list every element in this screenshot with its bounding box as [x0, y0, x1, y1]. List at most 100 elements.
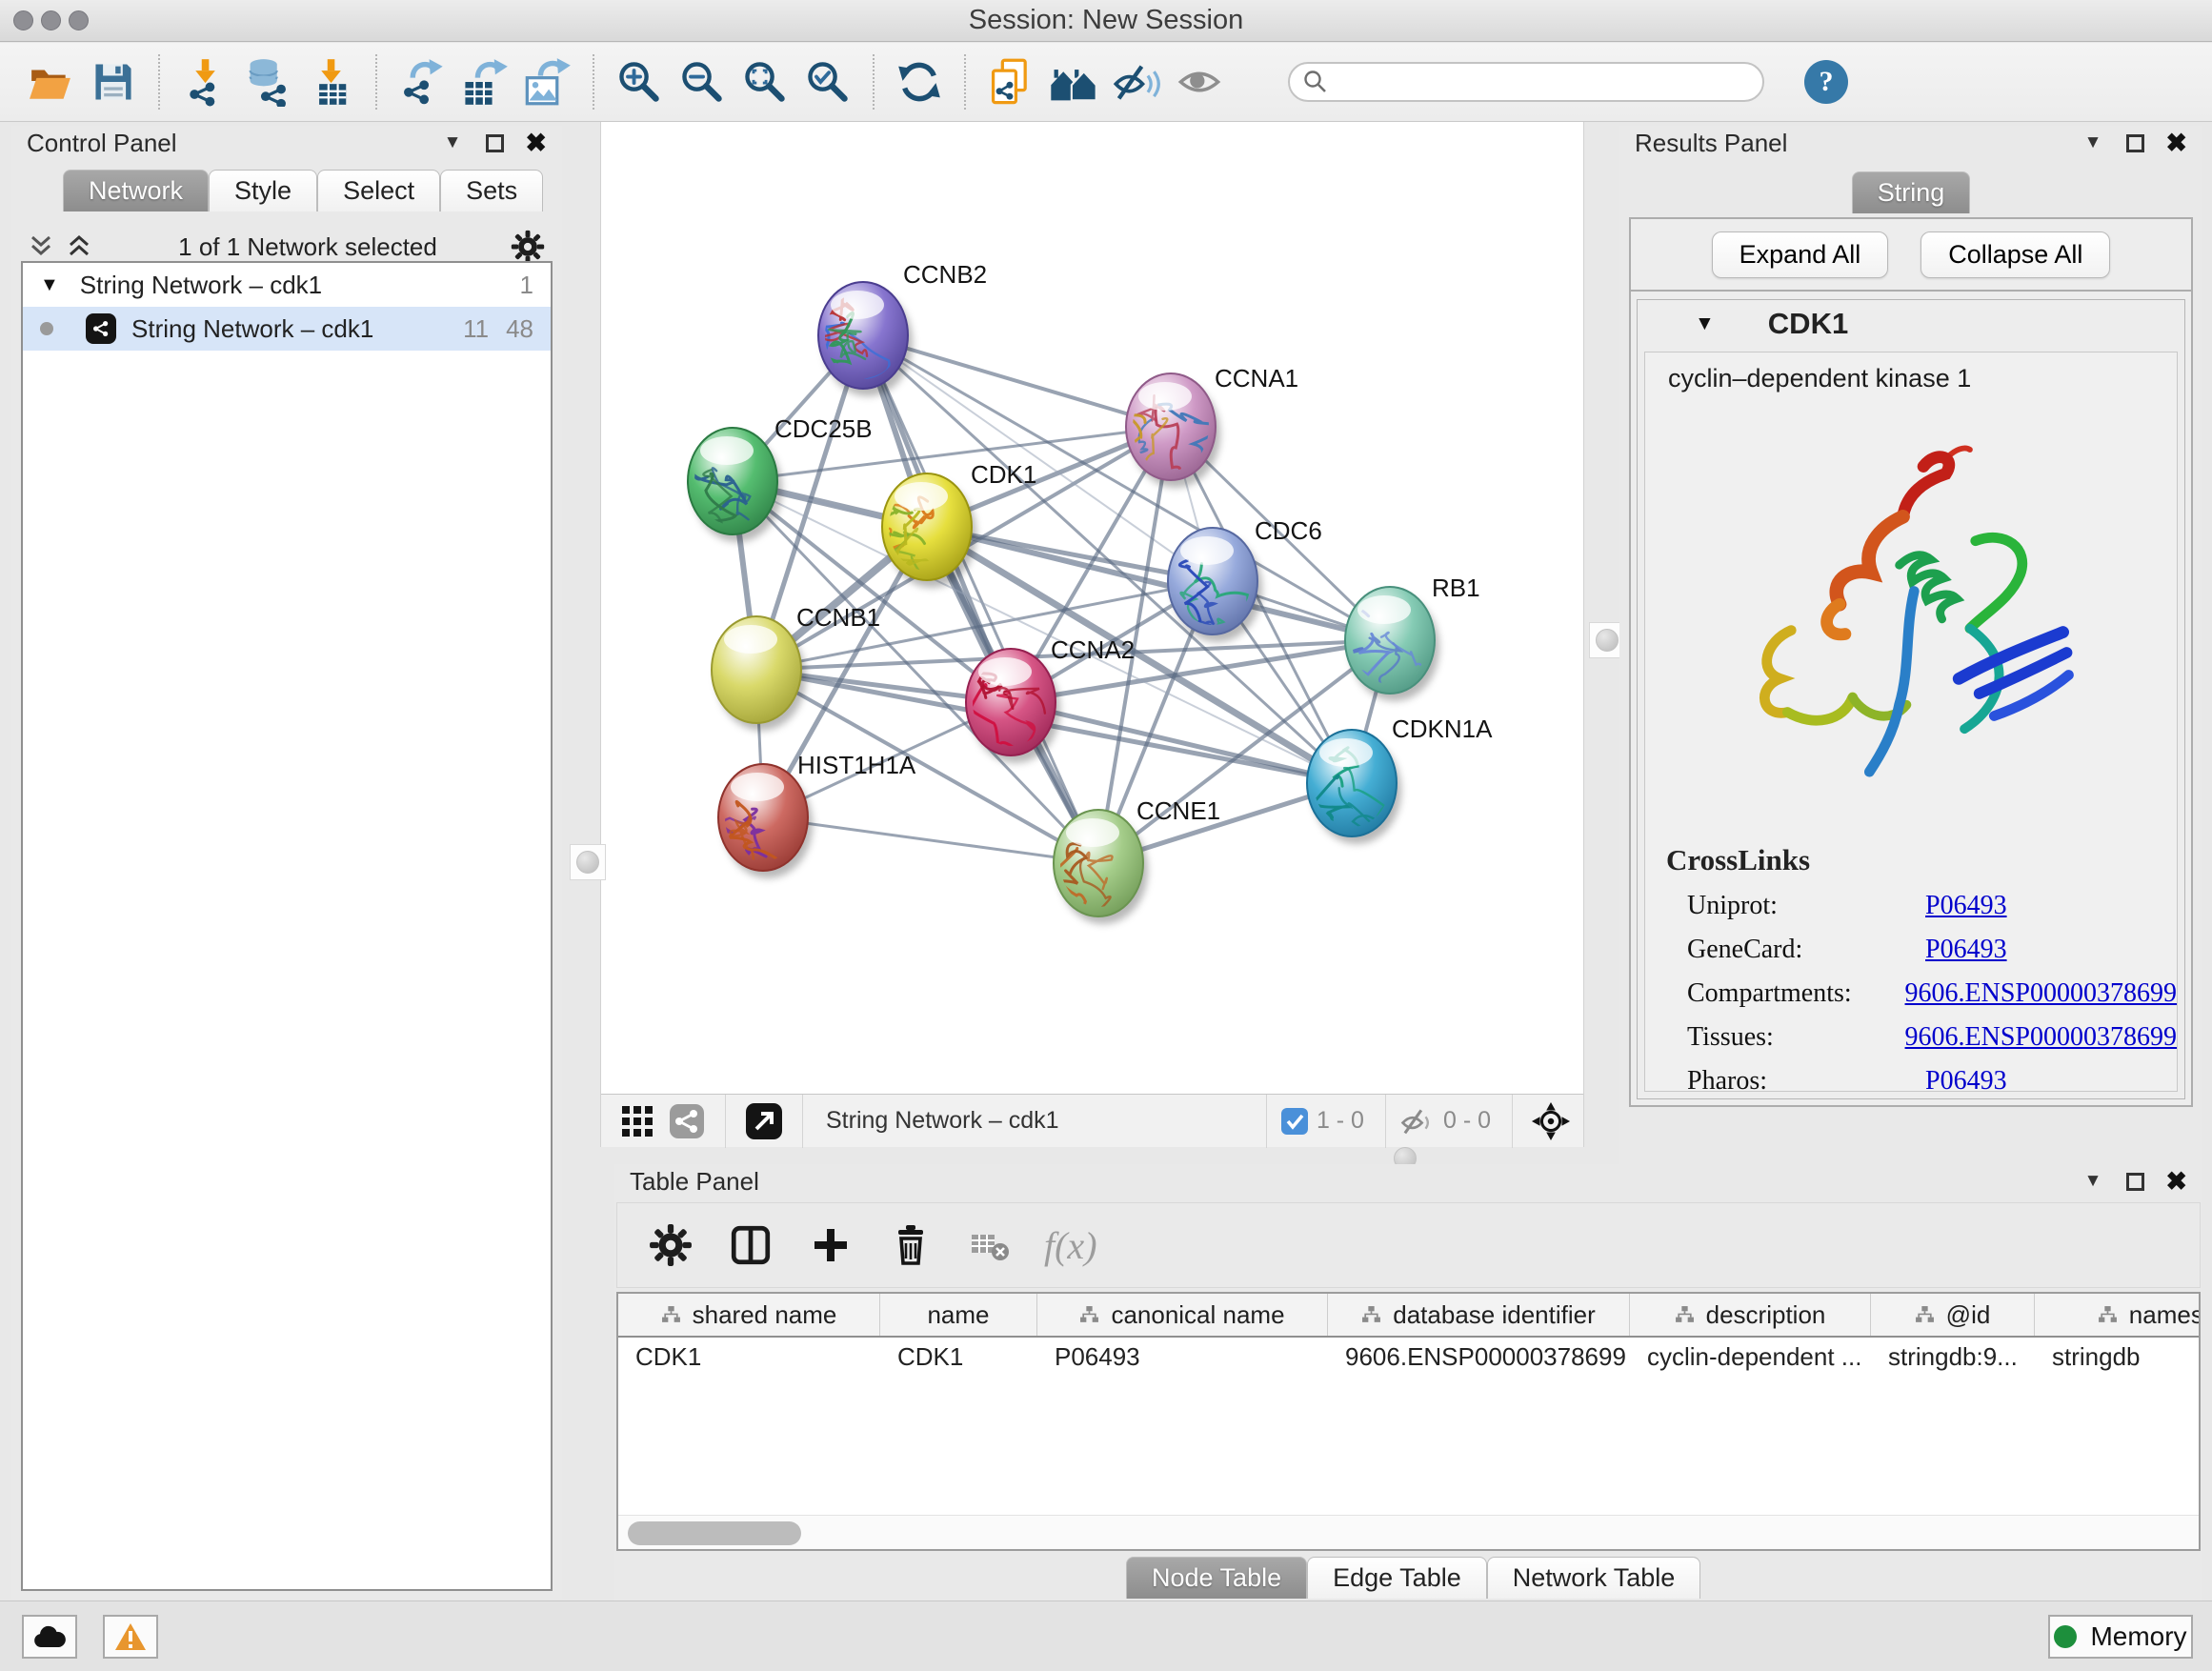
- minimize-window-button[interactable]: [41, 10, 61, 30]
- network-node-HIST1H1A[interactable]: HIST1H1A: [711, 751, 916, 878]
- import-network-file-button[interactable]: [173, 51, 236, 112]
- panel-float-icon[interactable]: [2126, 134, 2144, 152]
- crosslink-link[interactable]: 9606.ENSP00000378699: [1905, 978, 2177, 1009]
- apply-layout-button[interactable]: [888, 51, 951, 112]
- warning-button[interactable]: [103, 1615, 158, 1659]
- crosslink-link[interactable]: 9606.ENSP00000378699: [1905, 1022, 2177, 1053]
- first-neighbors-button[interactable]: [1042, 51, 1105, 112]
- panel-menu-icon[interactable]: ▼: [2084, 1171, 2102, 1192]
- tab-select[interactable]: Select: [317, 170, 440, 211]
- column-header-@id[interactable]: @id: [1871, 1294, 2035, 1336]
- help-button[interactable]: ?: [1804, 60, 1848, 104]
- export-table-button[interactable]: [453, 51, 516, 112]
- zoom-out-button[interactable]: [671, 51, 734, 112]
- cloud-button[interactable]: [22, 1615, 77, 1659]
- scrollbar-thumb[interactable]: [628, 1521, 801, 1545]
- tab-network-table[interactable]: Network Table: [1487, 1557, 1701, 1599]
- hidden-eye-slash-icon[interactable]: [1399, 1105, 1436, 1137]
- table-row[interactable]: CDK1CDK1P064939606.ENSP00000378699cyclin…: [618, 1338, 2201, 1378]
- panel-close-icon[interactable]: ✖: [525, 129, 547, 158]
- column-header-description[interactable]: description: [1630, 1294, 1871, 1336]
- table-cell[interactable]: cyclin-dependent ...: [1630, 1338, 1871, 1378]
- panel-float-icon[interactable]: [486, 134, 504, 152]
- column-header-name[interactable]: name: [880, 1294, 1037, 1336]
- table-cell[interactable]: CDK1: [880, 1338, 1037, 1378]
- expand-all-icon[interactable]: [67, 233, 91, 260]
- horizontal-scrollbar[interactable]: [618, 1515, 2199, 1549]
- tab-string[interactable]: String: [1852, 171, 1971, 213]
- tree-expand-icon[interactable]: ▼: [40, 274, 59, 296]
- column-header-database-identifier[interactable]: database identifier: [1328, 1294, 1630, 1336]
- network-view-canvas[interactable]: CCNB2CCNA1CDC25BCDK1CDC6RB1CCNB1CCNA2CDK…: [600, 122, 1584, 1147]
- toolbar-separator: [873, 54, 875, 110]
- left-splitter-handle[interactable]: [570, 844, 606, 880]
- panel-float-icon[interactable]: [2126, 1173, 2144, 1191]
- collapse-all-button[interactable]: Collapse All: [1920, 232, 2110, 278]
- delete-table-icon[interactable]: [964, 1218, 1017, 1272]
- tab-edge-table[interactable]: Edge Table: [1307, 1557, 1487, 1599]
- close-window-button[interactable]: [13, 10, 33, 30]
- panel-menu-icon[interactable]: ▼: [2084, 132, 2102, 153]
- table-cell[interactable]: CDK1: [618, 1338, 880, 1378]
- network-options-gear-icon[interactable]: [511, 230, 545, 264]
- memory-button[interactable]: Memory: [2048, 1615, 2193, 1659]
- network-graph[interactable]: CCNB2CCNA1CDC25BCDK1CDC6RB1CCNB1CCNA2CDK…: [601, 122, 1583, 1094]
- table-settings-gear-icon[interactable]: [644, 1218, 697, 1272]
- zoom-selected-button[interactable]: [796, 51, 859, 112]
- new-network-from-selection-button[interactable]: [979, 51, 1042, 112]
- crosslinks-title: CrossLinks: [1666, 843, 2177, 877]
- detach-view-icon[interactable]: [739, 1097, 789, 1146]
- save-session-button[interactable]: [82, 51, 145, 112]
- crosslink-link[interactable]: P06493: [1925, 891, 2007, 921]
- hide-selected-button[interactable]: [1105, 51, 1168, 112]
- column-header-canonical-name[interactable]: canonical name: [1037, 1294, 1328, 1336]
- node-table: shared namenamecanonical namedatabase id…: [616, 1292, 2201, 1551]
- crosslink-link[interactable]: P06493: [1925, 935, 2007, 965]
- collapse-all-icon[interactable]: [29, 233, 53, 260]
- search-input[interactable]: [1337, 69, 1749, 95]
- column-header-namespace[interactable]: namespace: [2035, 1294, 2201, 1336]
- show-columns-icon[interactable]: [724, 1218, 777, 1272]
- function-builder-icon[interactable]: f(x): [1044, 1218, 1097, 1272]
- collapse-gene-icon[interactable]: ▼: [1695, 312, 1715, 335]
- column-header-shared-name[interactable]: shared name: [618, 1294, 880, 1336]
- tab-network[interactable]: Network: [63, 170, 209, 211]
- delete-column-trash-icon[interactable]: [884, 1218, 937, 1272]
- zoom-in-button[interactable]: [608, 51, 671, 112]
- show-all-button[interactable]: [1168, 51, 1231, 112]
- gene-section-header[interactable]: ▼ CDK1: [1638, 300, 2184, 348]
- export-network-button[interactable]: [391, 51, 453, 112]
- table-cell[interactable]: stringdb:9...: [1871, 1338, 2035, 1378]
- table-cell[interactable]: stringdb: [2035, 1338, 2201, 1378]
- panel-menu-icon[interactable]: ▼: [444, 132, 462, 153]
- network-node-RB1[interactable]: RB1: [1336, 574, 1480, 734]
- add-column-icon[interactable]: [804, 1218, 857, 1272]
- network-node-CCNA1[interactable]: CCNA1: [1116, 364, 1298, 500]
- crosslink-link[interactable]: P06493: [1925, 1066, 2007, 1092]
- import-network-database-button[interactable]: [236, 51, 299, 112]
- crosslink-label: Compartments:: [1687, 978, 1905, 1009]
- network-selection-status: 1 of 1 Network selected: [105, 232, 511, 262]
- panel-close-icon[interactable]: ✖: [2165, 129, 2187, 158]
- birdseye-icon[interactable]: [1526, 1097, 1576, 1146]
- export-image-button[interactable]: [516, 51, 579, 112]
- tab-style[interactable]: Style: [209, 170, 317, 211]
- table-cell[interactable]: P06493: [1037, 1338, 1328, 1378]
- thumbnail-grid-icon[interactable]: [613, 1097, 662, 1146]
- selected-checkbox-icon[interactable]: [1280, 1107, 1309, 1136]
- tab-sets[interactable]: Sets: [440, 170, 543, 211]
- panel-close-icon[interactable]: ✖: [2165, 1167, 2187, 1197]
- network-tree-row-selected[interactable]: String Network – cdk1 11 48: [23, 307, 551, 351]
- network-tree-root-row[interactable]: ▼ String Network – cdk1 1: [23, 263, 551, 307]
- network-node-CCNE1[interactable]: CCNE1: [1051, 796, 1220, 959]
- zoom-fit-button[interactable]: [734, 51, 796, 112]
- zoom-window-button[interactable]: [69, 10, 89, 30]
- table-cell[interactable]: 9606.ENSP00000378699: [1328, 1338, 1630, 1378]
- open-session-button[interactable]: [19, 51, 82, 112]
- network-share-icon[interactable]: [662, 1097, 712, 1146]
- network-node-CDKN1A[interactable]: CDKN1A: [1307, 715, 1493, 870]
- tab-node-table[interactable]: Node Table: [1126, 1557, 1307, 1599]
- expand-all-button[interactable]: Expand All: [1712, 232, 1889, 278]
- import-table-file-button[interactable]: [299, 51, 362, 112]
- network-node-CDC6[interactable]: CDC6: [1168, 516, 1322, 648]
